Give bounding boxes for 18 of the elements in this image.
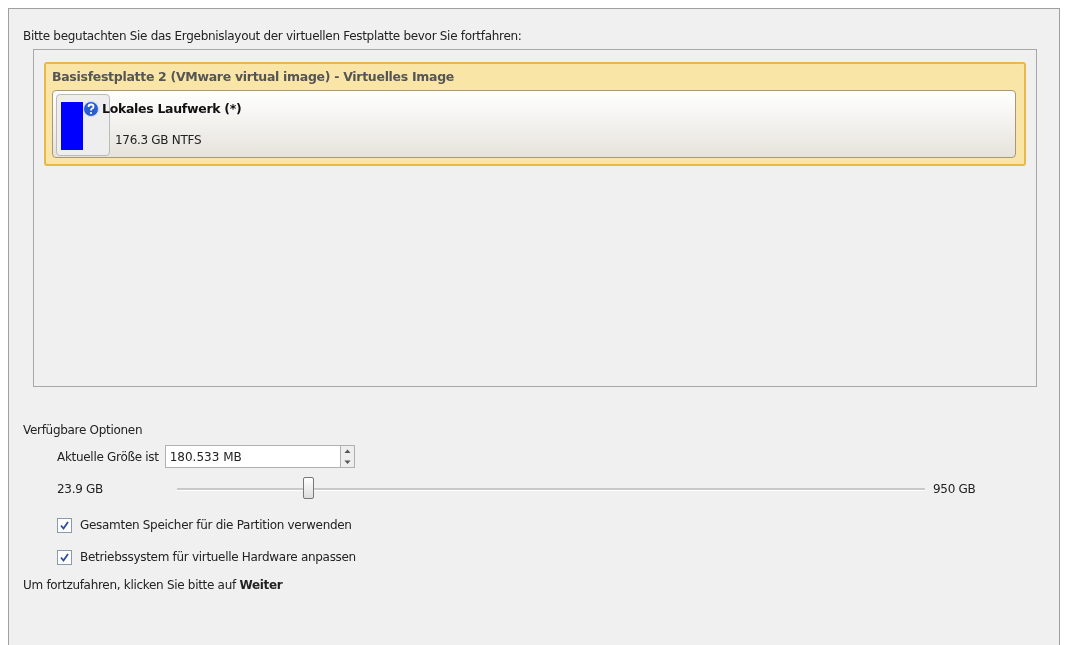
min-label: 23.9 GB xyxy=(57,482,104,496)
partition-name: Lokales Laufwerk (*) xyxy=(102,101,242,116)
checkbox-label: Gesamten Speicher für die Partition verwenden xyxy=(80,518,352,532)
checkbox-label: Betriebssystem für virtuelle Hardware anpassen xyxy=(80,550,356,564)
partition-card[interactable]: Lokales Laufwerk (*) 176.3 GB NTFS xyxy=(52,90,1016,158)
slider-thumb[interactable] xyxy=(302,476,314,499)
instruction-text: Bitte begutachten Sie das Ergebnislayout der virtuellen Festplatte bevor Sie fortfahren: xyxy=(23,29,523,45)
checkbox[interactable] xyxy=(57,549,72,565)
disk-card[interactable]: Basisfestplatte 2 (VMware virtual image) - Virtuelles Image Lokales Laufwerk (*) 176.3 GB NTFS xyxy=(44,62,1026,166)
options-title: Verfügbare Optionen xyxy=(23,423,144,437)
disk-title: Basisfestplatte 2 (VMware virtual image) - Virtuelles Image xyxy=(52,68,455,86)
size-label: Aktuelle Größe ist xyxy=(57,449,159,464)
max-label: 950 GB xyxy=(933,482,976,496)
footer-text: Um fortzufahren, klicken Sie bitte auf Weiter xyxy=(23,578,284,592)
help-icon xyxy=(83,101,99,117)
checkbox[interactable] xyxy=(57,517,72,533)
partition-info: 176.3 GB NTFS xyxy=(115,133,202,147)
size-field[interactable]: 180.533 MB xyxy=(164,445,340,468)
